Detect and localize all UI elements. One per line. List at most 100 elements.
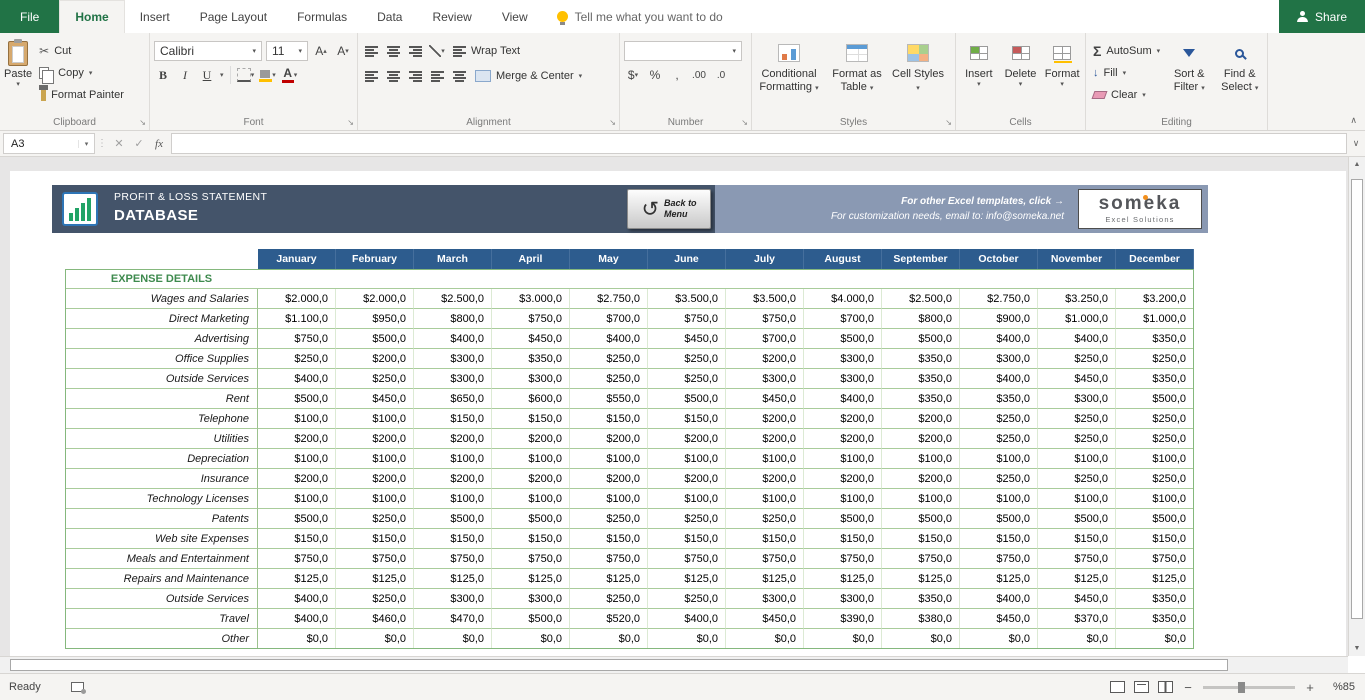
row-label[interactable]: Other	[65, 629, 258, 649]
month-header[interactable]: July	[726, 249, 804, 269]
tab-data[interactable]: Data	[362, 0, 417, 33]
value-cell[interactable]: $0,0	[648, 629, 726, 649]
value-cell[interactable]: $100,0	[1116, 489, 1194, 509]
row-label[interactable]: Travel	[65, 609, 258, 629]
value-cell[interactable]: $250,0	[648, 369, 726, 389]
formula-input[interactable]	[171, 133, 1347, 154]
value-cell[interactable]: $100,0	[570, 449, 648, 469]
value-cell[interactable]: $400,0	[960, 369, 1038, 389]
paste-button[interactable]: Paste ▾	[4, 36, 32, 114]
tab-view[interactable]: View	[487, 0, 543, 33]
value-cell[interactable]: $100,0	[492, 489, 570, 509]
autosum-button[interactable]: ΣAutoSum▾	[1090, 41, 1162, 61]
value-cell[interactable]: $300,0	[414, 589, 492, 609]
value-cell[interactable]: $125,0	[648, 569, 726, 589]
value-cell[interactable]: $300,0	[804, 589, 882, 609]
value-cell[interactable]: $350,0	[492, 349, 570, 369]
month-header[interactable]: December	[1116, 249, 1194, 269]
value-cell[interactable]: $450,0	[1038, 369, 1116, 389]
value-cell[interactable]: $125,0	[882, 569, 960, 589]
align-left-button[interactable]	[362, 67, 380, 85]
clipboard-dialog-launcher[interactable]: ↘	[139, 119, 146, 127]
value-cell[interactable]: $370,0	[1038, 609, 1116, 629]
value-cell[interactable]: $800,0	[414, 309, 492, 329]
value-cell[interactable]: $380,0	[882, 609, 960, 629]
value-cell[interactable]: $750,0	[882, 549, 960, 569]
value-cell[interactable]: $500,0	[1116, 389, 1194, 409]
value-cell[interactable]: $125,0	[960, 569, 1038, 589]
section-empty-cell[interactable]	[960, 269, 1038, 289]
value-cell[interactable]: $450,0	[492, 329, 570, 349]
value-cell[interactable]: $1.000,0	[1038, 309, 1116, 329]
value-cell[interactable]: $500,0	[804, 509, 882, 529]
merge-center-button[interactable]: Merge & Center▾	[472, 66, 585, 86]
value-cell[interactable]: $0,0	[960, 629, 1038, 649]
value-cell[interactable]: $100,0	[1038, 489, 1116, 509]
value-cell[interactable]: $200,0	[570, 429, 648, 449]
row-label[interactable]: Direct Marketing	[65, 309, 258, 329]
value-cell[interactable]: $500,0	[1116, 509, 1194, 529]
value-cell[interactable]: $2.500,0	[882, 289, 960, 309]
value-cell[interactable]: $500,0	[804, 329, 882, 349]
value-cell[interactable]: $750,0	[258, 549, 336, 569]
horizontal-scroll-thumb[interactable]	[10, 659, 1228, 671]
horizontal-scrollbar[interactable]	[0, 656, 1348, 673]
conditional-formatting-button[interactable]: Conditional Formatting ▾	[756, 36, 822, 114]
value-cell[interactable]: $500,0	[960, 509, 1038, 529]
value-cell[interactable]: $100,0	[648, 449, 726, 469]
value-cell[interactable]: $200,0	[570, 469, 648, 489]
value-cell[interactable]: $150,0	[258, 529, 336, 549]
value-cell[interactable]: $2.750,0	[570, 289, 648, 309]
value-cell[interactable]: $125,0	[492, 569, 570, 589]
name-box[interactable]: A3 ▾	[3, 133, 95, 154]
row-label[interactable]: Depreciation	[65, 449, 258, 469]
value-cell[interactable]: $350,0	[1116, 329, 1194, 349]
value-cell[interactable]: $150,0	[414, 529, 492, 549]
value-cell[interactable]: $200,0	[648, 469, 726, 489]
value-cell[interactable]: $150,0	[726, 529, 804, 549]
number-dialog-launcher[interactable]: ↘	[741, 119, 748, 127]
section-empty-cell[interactable]	[570, 269, 648, 289]
value-cell[interactable]: $450,0	[336, 389, 414, 409]
value-cell[interactable]: $250,0	[960, 429, 1038, 449]
value-cell[interactable]: $750,0	[1116, 549, 1194, 569]
value-cell[interactable]: $300,0	[804, 369, 882, 389]
value-cell[interactable]: $150,0	[1116, 529, 1194, 549]
value-cell[interactable]: $100,0	[336, 409, 414, 429]
value-cell[interactable]: $100,0	[960, 449, 1038, 469]
value-cell[interactable]: $200,0	[258, 429, 336, 449]
font-size-combo[interactable]: 11▾	[266, 41, 308, 61]
value-cell[interactable]: $200,0	[882, 429, 960, 449]
value-cell[interactable]: $250,0	[258, 349, 336, 369]
value-cell[interactable]: $250,0	[1038, 429, 1116, 449]
section-label[interactable]: EXPENSE DETAILS	[65, 269, 258, 289]
value-cell[interactable]: $350,0	[882, 589, 960, 609]
value-cell[interactable]: $100,0	[336, 449, 414, 469]
worksheet[interactable]: PROFIT & LOSS STATEMENT DATABASE ↺ Back …	[10, 171, 1346, 656]
zoom-slider[interactable]	[1203, 686, 1295, 689]
value-cell[interactable]: $250,0	[570, 509, 648, 529]
value-cell[interactable]: $125,0	[1116, 569, 1194, 589]
value-cell[interactable]: $2.000,0	[336, 289, 414, 309]
month-header[interactable]: November	[1038, 249, 1116, 269]
value-cell[interactable]: $0,0	[1116, 629, 1194, 649]
scroll-up-icon[interactable]: ▲	[1349, 157, 1365, 172]
value-cell[interactable]: $3.000,0	[492, 289, 570, 309]
borders-button[interactable]: ▾	[237, 66, 255, 84]
value-cell[interactable]: $200,0	[414, 469, 492, 489]
value-cell[interactable]: $125,0	[570, 569, 648, 589]
value-cell[interactable]: $250,0	[570, 369, 648, 389]
value-cell[interactable]: $250,0	[648, 349, 726, 369]
someka-logo[interactable]: someka Excel Solutions	[1078, 189, 1202, 229]
value-cell[interactable]: $300,0	[960, 349, 1038, 369]
value-cell[interactable]: $750,0	[258, 329, 336, 349]
shrink-font-button[interactable]: A▾	[334, 42, 352, 60]
value-cell[interactable]: $250,0	[336, 509, 414, 529]
value-cell[interactable]: $750,0	[570, 549, 648, 569]
value-cell[interactable]: $100,0	[570, 489, 648, 509]
row-label[interactable]: Outside Services	[65, 589, 258, 609]
value-cell[interactable]: $1.100,0	[258, 309, 336, 329]
cut-button[interactable]: ✂Cut	[36, 41, 127, 61]
value-cell[interactable]: $500,0	[882, 329, 960, 349]
alignment-dialog-launcher[interactable]: ↘	[609, 119, 616, 127]
